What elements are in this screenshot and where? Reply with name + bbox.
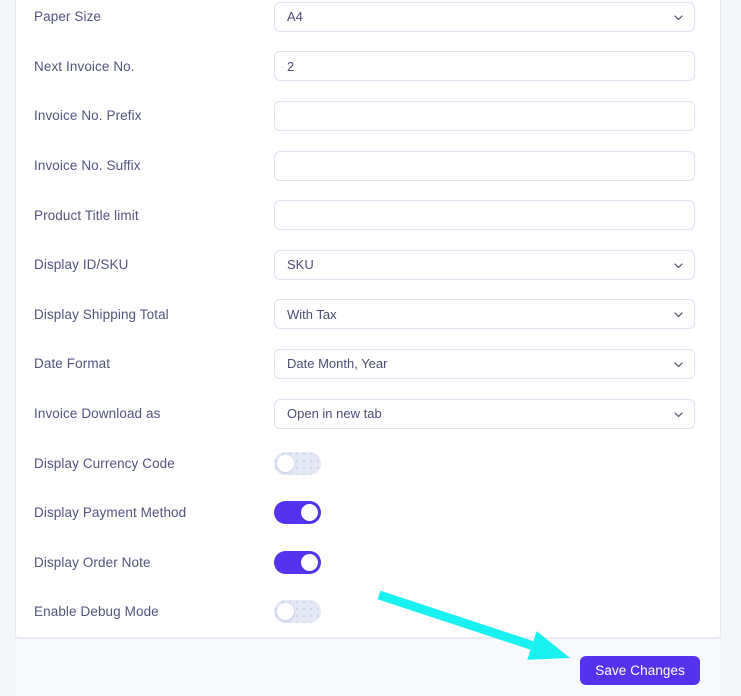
select-dropdown[interactable]: Open in new tab (274, 398, 695, 429)
text-input[interactable] (274, 51, 695, 82)
save-changes-button[interactable]: Save Changes (580, 656, 700, 685)
row-label: Date Format (34, 356, 111, 372)
row-control: SKU (274, 249, 695, 280)
settings-card: Paper Size A4 Next Invoice No. Invoice No. … (15, 0, 721, 638)
settings-row: Invoice No. Prefix (16, 91, 720, 141)
settings-row: Product Title limit (16, 190, 720, 240)
toggle-knob (277, 454, 294, 472)
chevron-down-icon (673, 260, 683, 270)
toggle-knob (277, 603, 294, 621)
settings-row: Next Invoice No. (16, 42, 720, 92)
settings-screen: Paper Size A4 Next Invoice No. Invoice No. … (0, 0, 741, 696)
settings-row: Display ID/SKU SKU (16, 240, 720, 290)
row-control (274, 501, 695, 525)
select-dropdown[interactable]: Date Month, Year (274, 348, 695, 379)
select-value: SKU (287, 257, 314, 273)
row-label: Next Invoice No. (34, 58, 135, 74)
select-value: With Tax (287, 306, 337, 322)
row-control (274, 200, 695, 231)
toggle-switch[interactable] (274, 451, 321, 475)
chevron-down-icon (673, 359, 683, 369)
row-label: Invoice No. Suffix (34, 158, 141, 174)
row-control (274, 451, 695, 475)
select-value: Date Month, Year (287, 356, 388, 372)
settings-row: Display Order Note (16, 538, 720, 588)
toggle-knob (301, 504, 318, 522)
toggle-switch[interactable] (274, 501, 321, 525)
settings-form: Paper Size A4 Next Invoice No. Invoice No. … (16, 0, 720, 637)
row-label: Invoice No. Prefix (34, 108, 142, 124)
row-control (274, 600, 695, 624)
row-control (274, 51, 695, 82)
row-control (274, 100, 695, 131)
toggle-switch[interactable] (274, 550, 321, 574)
select-dropdown[interactable]: A4 (274, 1, 695, 32)
settings-row: Date Format Date Month, Year (16, 339, 720, 389)
settings-row: Enable Debug Mode (16, 587, 720, 637)
toggle-knob (301, 553, 318, 571)
row-control (274, 150, 695, 181)
text-input[interactable] (274, 150, 695, 181)
settings-row: Display Shipping Total With Tax (16, 290, 720, 340)
settings-row: Invoice Download as Open in new tab (16, 389, 720, 439)
row-label: Display Order Note (34, 554, 151, 570)
row-label: Display ID/SKU (34, 257, 129, 273)
select-value: Open in new tab (287, 406, 382, 422)
row-label: Enable Debug Mode (34, 604, 159, 620)
row-control: Date Month, Year (274, 348, 695, 379)
text-input[interactable] (274, 100, 695, 131)
row-label: Invoice Download as (34, 406, 161, 422)
chevron-down-icon (673, 12, 683, 22)
row-label: Paper Size (34, 9, 102, 25)
row-control (274, 550, 695, 574)
row-control: A4 (274, 1, 695, 32)
row-label: Display Payment Method (34, 505, 187, 521)
select-dropdown[interactable]: SKU (274, 249, 695, 280)
form-footer: Save Changes (15, 638, 721, 696)
text-input[interactable] (274, 200, 695, 231)
settings-row: Display Payment Method (16, 488, 720, 538)
row-control: Open in new tab (274, 398, 695, 429)
settings-row: Display Currency Code (16, 438, 720, 488)
select-dropdown[interactable]: With Tax (274, 299, 695, 330)
chevron-down-icon (673, 309, 683, 319)
row-label: Display Currency Code (34, 455, 175, 471)
select-value: A4 (287, 9, 303, 25)
row-label: Display Shipping Total (34, 306, 169, 322)
toggle-switch[interactable] (274, 600, 321, 624)
settings-row: Invoice No. Suffix (16, 141, 720, 191)
settings-row: Paper Size A4 (16, 0, 720, 42)
row-control: With Tax (274, 299, 695, 330)
row-label: Product Title limit (34, 207, 139, 223)
chevron-down-icon (673, 409, 683, 419)
